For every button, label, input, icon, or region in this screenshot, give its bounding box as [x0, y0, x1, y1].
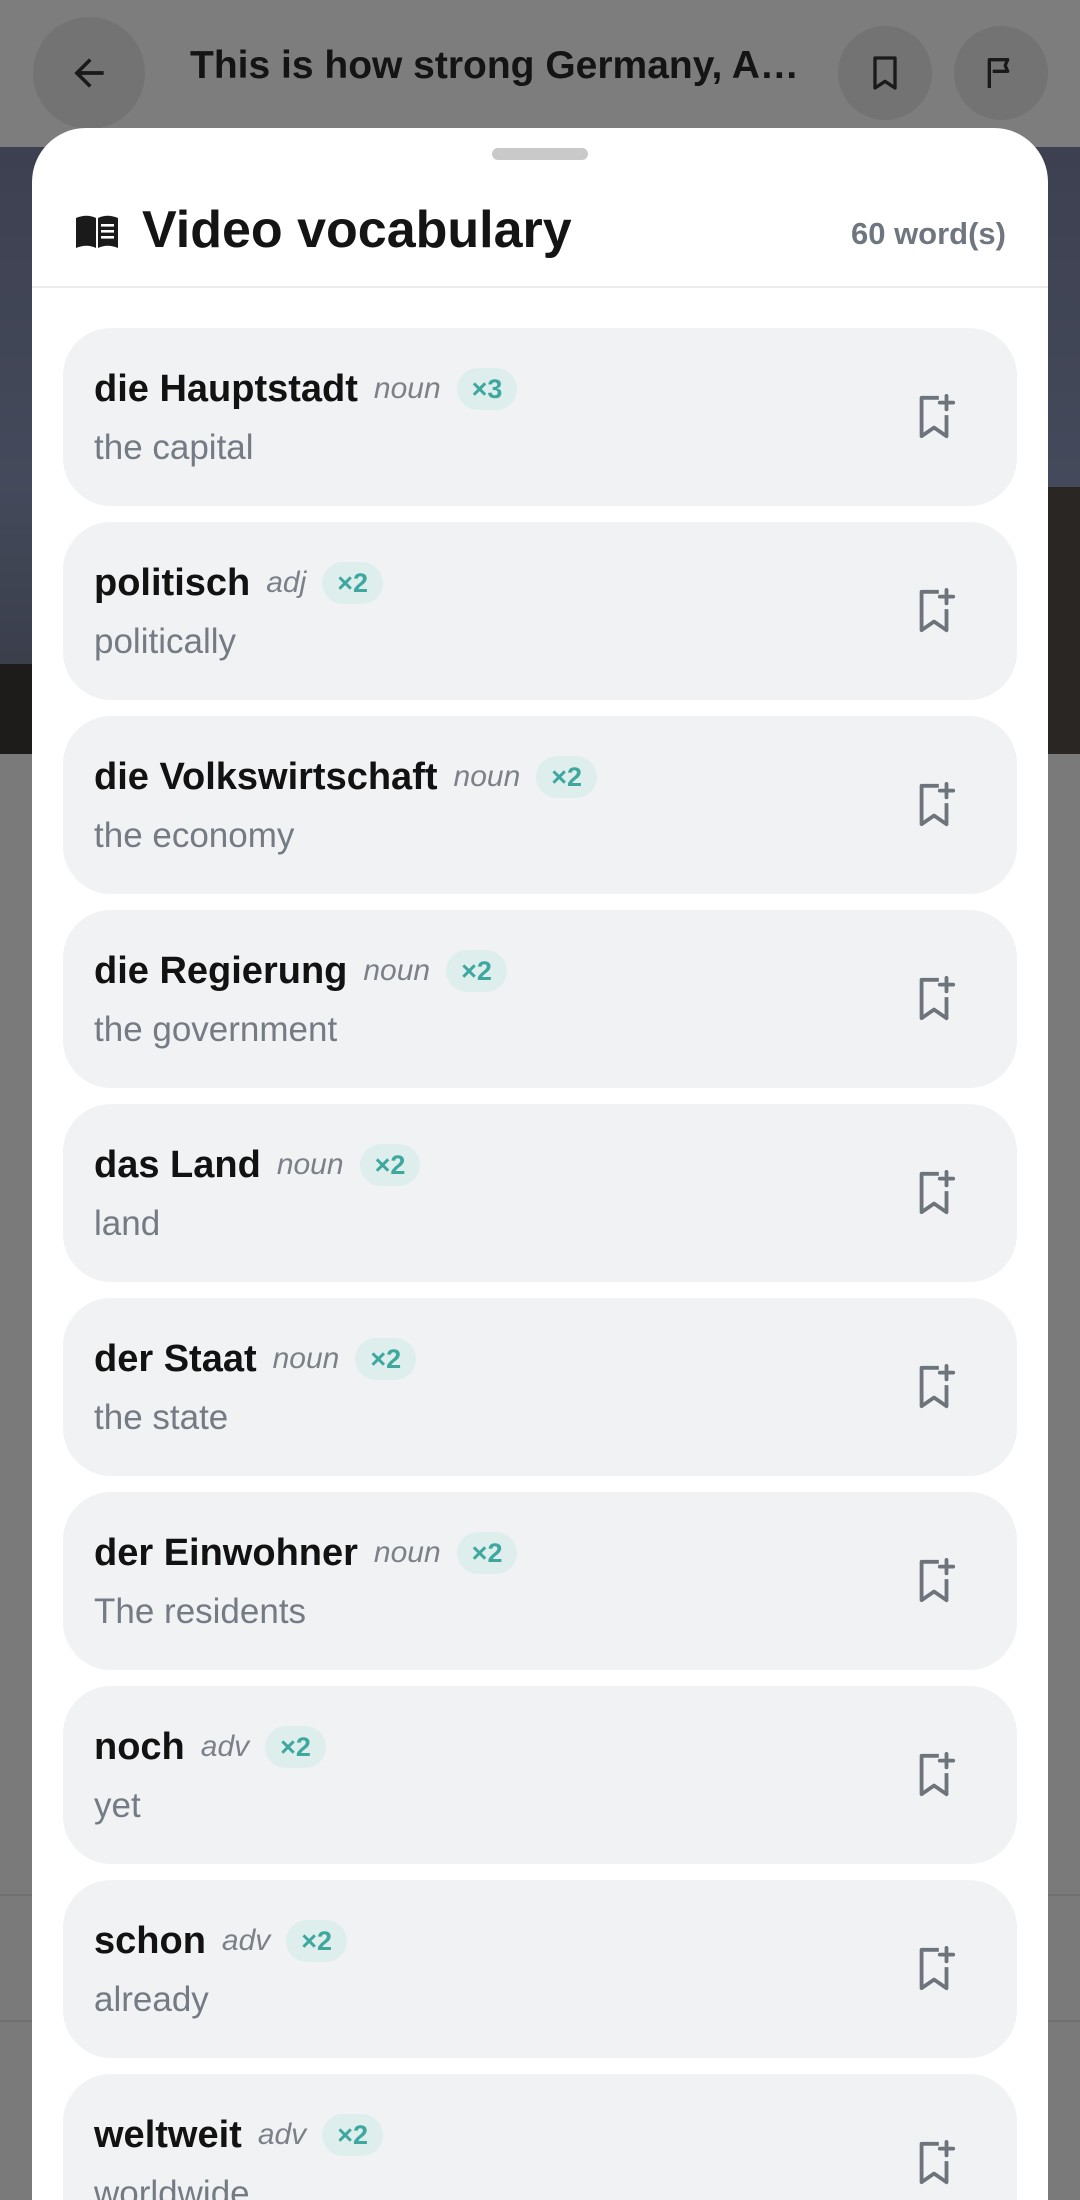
word-translation: The residents: [94, 1592, 307, 1631]
word-term: die Regierung: [94, 949, 348, 992]
frequency-badge: ×2: [446, 950, 507, 992]
save-word-button[interactable]: [905, 1163, 965, 1223]
word-header: das Land noun ×2: [94, 1140, 421, 1190]
vocabulary-item[interactable]: noch adv ×2 yet: [63, 1686, 1017, 1864]
part-of-speech: noun: [272, 1342, 340, 1375]
part-of-speech: adv: [257, 2118, 307, 2151]
frequency-badge: ×2: [286, 1920, 348, 1962]
arrow-left-icon: [74, 58, 104, 88]
bookmark-add-icon: [919, 1169, 956, 1215]
part-of-speech: adv: [221, 1924, 271, 1957]
word-term: noch: [94, 1725, 185, 1768]
frequency-badge: ×2: [359, 1144, 421, 1186]
part-of-speech: noun: [453, 760, 521, 793]
frequency-badge: ×2: [322, 2114, 383, 2156]
bookmark-add-icon: [919, 1363, 956, 1409]
word-term: die Hauptstadt: [94, 367, 358, 410]
bookmark-add-icon: [919, 1945, 956, 1991]
vocabulary-item[interactable]: politisch adj ×2 politically: [63, 522, 1017, 700]
vocabulary-item[interactable]: der Staat noun ×2 the state: [63, 1298, 1017, 1476]
save-word-button[interactable]: [905, 1939, 965, 1999]
word-term: das Land: [94, 1143, 261, 1186]
vocabulary-item[interactable]: schon adv ×2 already: [63, 1880, 1017, 2058]
word-translation: land: [94, 1204, 161, 1243]
part-of-speech: adv: [200, 1730, 250, 1763]
save-word-button[interactable]: [905, 387, 965, 447]
word-header: die Hauptstadt noun ×3: [94, 364, 518, 414]
vocabulary-sheet: Video vocabulary 60 word(s) die Hauptsta…: [32, 128, 1048, 2200]
flag-icon: [987, 58, 1010, 88]
frequency-badge: ×2: [536, 756, 598, 798]
bookmark-add-icon: [919, 588, 956, 633]
word-header: der Einwohner noun ×2: [94, 1528, 518, 1578]
save-word-button[interactable]: [905, 1357, 965, 1417]
save-word-button[interactable]: [905, 581, 965, 641]
bookmark-add-icon: [919, 782, 956, 827]
sheet-drag-handle[interactable]: [492, 148, 588, 160]
sheet-header: Video vocabulary 60 word(s): [32, 188, 1048, 288]
bookmark-add-icon: [919, 2140, 956, 2185]
part-of-speech: noun: [373, 372, 441, 405]
back-button[interactable]: [33, 17, 145, 129]
bookmark-add-icon: [919, 1557, 956, 1603]
word-header: noch adv ×2: [94, 1722, 326, 1772]
vocabulary-item[interactable]: weltweit adv ×2 worldwide: [63, 2074, 1017, 2200]
header-divider: [32, 286, 1048, 288]
word-term: der Staat: [94, 1337, 257, 1380]
part-of-speech: adj: [266, 566, 307, 599]
word-translation: the capital: [94, 428, 254, 467]
word-translation: the government: [94, 1010, 338, 1049]
word-count: 60 word(s): [850, 216, 1006, 251]
word-header: die Volkswirtschaft noun ×2: [94, 752, 598, 802]
word-translation: the economy: [94, 816, 295, 855]
part-of-speech: noun: [373, 1536, 441, 1569]
bookmark-video-button[interactable]: [838, 26, 932, 120]
word-term: politisch: [94, 561, 251, 604]
word-translation: already: [94, 1980, 209, 2019]
save-word-button[interactable]: [905, 775, 965, 835]
frequency-badge: ×2: [265, 1726, 326, 1768]
video-title: This is how strong Germany, Aus...: [190, 44, 800, 87]
vocabulary-item[interactable]: die Volkswirtschaft noun ×2 the economy: [63, 716, 1017, 894]
save-word-button[interactable]: [905, 2133, 965, 2193]
report-button[interactable]: [954, 26, 1048, 120]
frequency-badge: ×2: [456, 1532, 518, 1574]
bookmark-add-icon: [919, 976, 956, 1021]
screen: This is how strong Germany, Aus... Video…: [0, 0, 1080, 2200]
vocabulary-list: die Hauptstadt noun ×3 the capital polit…: [63, 328, 1017, 2200]
word-header: der Staat noun ×2: [94, 1334, 417, 1384]
word-header: weltweit adv ×2: [94, 2110, 383, 2160]
vocabulary-item[interactable]: der Einwohner noun ×2 The residents: [63, 1492, 1017, 1670]
bookmark-icon: [873, 56, 897, 90]
vocabulary-item[interactable]: die Hauptstadt noun ×3 the capital: [63, 328, 1017, 506]
word-translation: worldwide: [94, 2174, 250, 2200]
frequency-badge: ×2: [322, 562, 384, 604]
top-app-bar: This is how strong Germany, Aus...: [0, 0, 1080, 147]
frequency-badge: ×3: [456, 368, 518, 410]
word-term: weltweit: [94, 2113, 242, 2156]
video-frame-detail: [0, 664, 34, 754]
bookmark-add-icon: [919, 1751, 956, 1797]
vocabulary-item[interactable]: die Regierung noun ×2 the government: [63, 910, 1017, 1088]
sheet-title: Video vocabulary: [142, 201, 572, 259]
word-header: schon adv ×2: [94, 1916, 348, 1966]
word-translation: yet: [94, 1786, 141, 1825]
word-translation: politically: [94, 622, 236, 661]
word-header: die Regierung noun ×2: [94, 946, 507, 996]
word-term: schon: [94, 1919, 206, 1962]
book-icon: [76, 215, 118, 248]
bookmark-add-icon: [919, 393, 956, 439]
save-word-button[interactable]: [905, 1551, 965, 1611]
part-of-speech: noun: [363, 954, 431, 987]
save-word-button[interactable]: [905, 969, 965, 1029]
word-term: der Einwohner: [94, 1531, 358, 1574]
save-word-button[interactable]: [905, 1745, 965, 1805]
frequency-badge: ×2: [355, 1338, 417, 1380]
word-term: die Volkswirtschaft: [94, 755, 438, 798]
word-translation: the state: [94, 1398, 229, 1437]
word-header: politisch adj ×2: [94, 558, 384, 608]
part-of-speech: noun: [276, 1148, 344, 1181]
vocabulary-item[interactable]: das Land noun ×2 land: [63, 1104, 1017, 1282]
